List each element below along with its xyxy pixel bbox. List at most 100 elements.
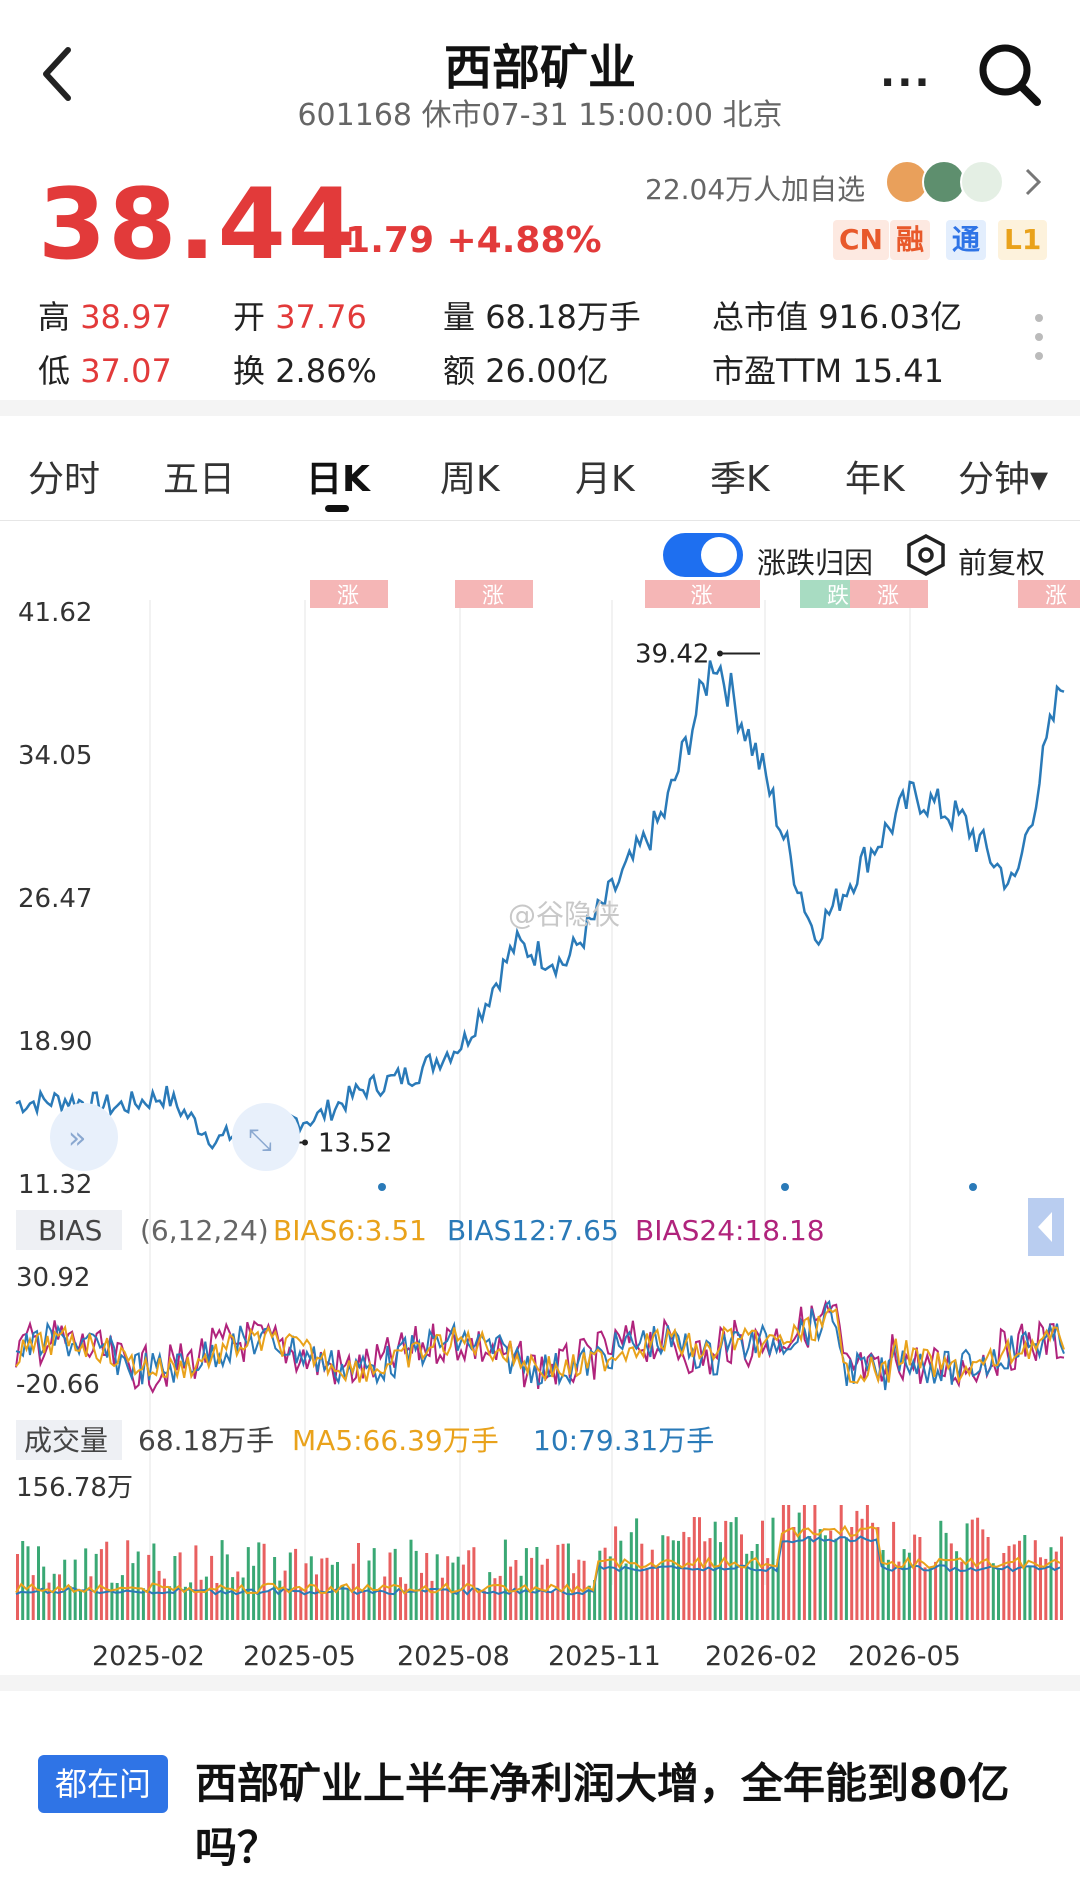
volume-bar [813, 1505, 817, 1620]
volume-bar [162, 1578, 166, 1620]
vertical-dots-icon[interactable] [1032, 312, 1046, 362]
stat-amount: 额 26.00亿 [443, 352, 609, 390]
volume-bar [246, 1547, 250, 1620]
volume-bar [871, 1522, 875, 1620]
volume-bar [666, 1536, 670, 1620]
volume-bar [729, 1522, 733, 1620]
volume-bar [26, 1546, 30, 1620]
volume-bar [797, 1512, 801, 1620]
volume-bar [614, 1526, 618, 1620]
volume-bar [524, 1548, 528, 1620]
volume-bar [671, 1540, 675, 1620]
volume-bar [430, 1580, 434, 1620]
tab-0[interactable]: 分时 [28, 450, 100, 502]
volume-bar [755, 1544, 759, 1620]
volume-bar [456, 1556, 460, 1620]
volume-bar [267, 1590, 271, 1620]
high-marker-dot [717, 650, 723, 657]
tab-5[interactable]: 季K [710, 450, 770, 502]
stat-high: 高 38.97 [38, 298, 172, 336]
volume-bar [110, 1582, 114, 1620]
more-menu-icon[interactable]: ··· [880, 60, 932, 106]
date-tick-label: 2026-02 [705, 1641, 818, 1672]
volume-bar [241, 1577, 245, 1620]
settings-icon[interactable] [905, 534, 947, 576]
tab-6[interactable]: 年K [845, 450, 905, 502]
volume-bar [981, 1529, 985, 1620]
bias24-value: BIAS24:18.18 [635, 1214, 825, 1247]
event-dot[interactable] [781, 1183, 789, 1191]
price-tick-label: 41.62 [18, 598, 92, 628]
volume-bar [766, 1558, 770, 1620]
volume-bar [844, 1537, 848, 1620]
volume-label[interactable]: 成交量 [24, 1424, 108, 1457]
date-tick-label: 2025-02 [92, 1641, 205, 1672]
event-tag-label: 涨 [337, 584, 359, 609]
volume-bar [320, 1558, 324, 1620]
volume-bar [1060, 1536, 1063, 1620]
volume-bar [58, 1574, 61, 1620]
volume-bar [855, 1510, 859, 1620]
badge-融: 融 [890, 220, 931, 260]
volume-bar [477, 1590, 481, 1620]
volume-bar [1049, 1547, 1053, 1620]
event-tag-label: 涨 [691, 584, 713, 609]
volume-bar [47, 1582, 51, 1620]
tab-1[interactable]: 五日 [163, 450, 235, 502]
volume-bar [818, 1529, 822, 1620]
volume-bar [136, 1551, 140, 1620]
volume-bar [99, 1549, 103, 1620]
followers-count[interactable]: 22.04万人加自选 [645, 168, 865, 208]
chevron-right-icon[interactable] [1023, 167, 1043, 197]
tab-3[interactable]: 周K [440, 450, 500, 502]
volume-bar [362, 1591, 366, 1620]
volume-bar [991, 1563, 995, 1620]
price-tick-label: 11.32 [18, 1170, 92, 1200]
volume-bar [661, 1535, 665, 1620]
volume-bar [346, 1589, 350, 1620]
volume-bar [357, 1543, 360, 1620]
bias-params: (6,12,24) [140, 1214, 269, 1247]
badge-cn: CN [833, 220, 889, 260]
event-dot[interactable] [969, 1183, 977, 1191]
volume-bar [802, 1505, 806, 1620]
volume-bar [976, 1517, 980, 1620]
volume-bar [656, 1566, 659, 1620]
event-tag-label: 涨 [482, 584, 504, 609]
volume-bar [68, 1586, 72, 1620]
tab-4[interactable]: 月K [575, 450, 635, 502]
volume-bar [939, 1520, 943, 1620]
volume-bar [928, 1567, 932, 1620]
volume-bar [315, 1574, 318, 1620]
volume-bar [503, 1539, 507, 1620]
tab-2[interactable]: 日K [306, 450, 370, 502]
volume-bar [949, 1543, 953, 1620]
bias-axis-bottom: -20.66 [16, 1370, 100, 1400]
price-adjust-label[interactable]: 前复权 [958, 540, 1045, 582]
volume-bar [1007, 1545, 1011, 1620]
active-tab-indicator [325, 505, 349, 512]
date-tick-label: 2025-11 [548, 1641, 661, 1672]
search-icon[interactable] [975, 40, 1045, 110]
volume-bar [278, 1580, 282, 1620]
tab-divider [0, 520, 1080, 521]
volume-bar [619, 1540, 623, 1620]
bias6-value: BIAS6:3.51 [273, 1214, 427, 1247]
bias-label[interactable]: BIAS [38, 1214, 102, 1247]
volume-bar [829, 1530, 833, 1620]
watermark: @谷隐侠 [508, 898, 620, 931]
volume-bar [986, 1537, 990, 1620]
price-tick-label: 26.47 [18, 884, 92, 914]
volume-current: 68.18万手 [138, 1424, 274, 1457]
volume-bar [566, 1543, 570, 1620]
volume-bar [383, 1576, 387, 1620]
tab-7[interactable]: 分钟▾ [958, 450, 1048, 502]
volume-bar [372, 1548, 376, 1620]
kline-chart[interactable]: 41.62 34.05 26.47 18.90 11.32 涨 涨 涨 跌 涨 涨 39.42 13… [0, 580, 1080, 1675]
event-dot[interactable] [378, 1183, 386, 1191]
volume-bar [823, 1535, 827, 1620]
event-tag-label: 涨 [1045, 584, 1067, 609]
question-title[interactable]: 西部矿业上半年净利润大增，全年能到80亿吗？ [195, 1752, 1055, 1880]
volume-bar [120, 1575, 124, 1620]
volume-bar [944, 1532, 948, 1620]
